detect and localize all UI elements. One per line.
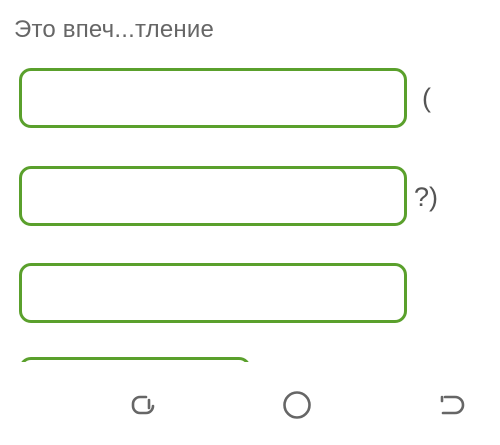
question-heading: Это впеч...тление: [14, 16, 215, 43]
back-button[interactable]: [436, 388, 470, 422]
answer-suffix-2: ?): [414, 182, 439, 212]
answer-field-3[interactable]: [19, 263, 407, 323]
answer-field-1[interactable]: [19, 68, 407, 128]
system-navigation-bar: [0, 362, 500, 445]
recent-apps-icon: [131, 395, 155, 415]
home-icon: [283, 391, 311, 419]
home-button[interactable]: [280, 388, 314, 422]
recent-apps-button[interactable]: [126, 388, 160, 422]
answer-suffix-1: (: [422, 83, 431, 113]
answer-field-2[interactable]: [19, 166, 407, 226]
back-icon: [440, 395, 465, 415]
